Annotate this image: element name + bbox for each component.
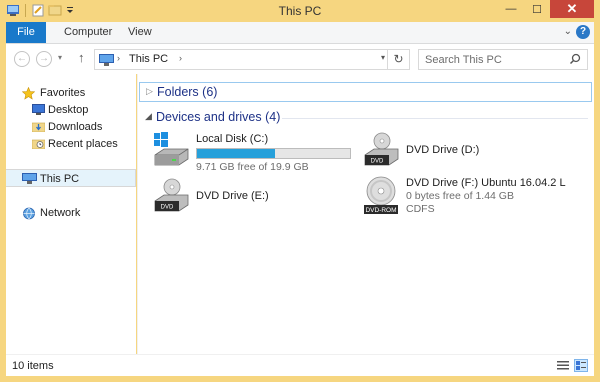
search-icon[interactable] (569, 53, 581, 68)
drive-item-d[interactable]: DVD DVD Drive (D:) (362, 131, 582, 175)
drive-name: Local Disk (C:) (196, 133, 269, 145)
this-pc-icon (22, 173, 37, 187)
close-button[interactable]: ✕ (550, 0, 594, 18)
drive-name: DVD Drive (D:) (406, 144, 480, 156)
svg-text:DVD-ROM: DVD-ROM (365, 207, 396, 214)
title-bar: This PC — ☐ ✕ (0, 0, 600, 22)
forward-button[interactable]: → (36, 51, 52, 67)
drive-name: DVD Drive (E:) (196, 190, 269, 202)
recent-places-icon (31, 138, 46, 152)
recent-locations-icon[interactable]: ▾ (58, 53, 62, 62)
status-bar: 10 items (6, 354, 594, 376)
sidebar-item-desktop[interactable]: Desktop (6, 101, 136, 119)
desktop-icon (32, 104, 45, 118)
tab-file[interactable]: File (6, 22, 46, 43)
svg-text:DVD: DVD (371, 159, 384, 165)
sidebar-item-downloads[interactable]: Downloads (6, 118, 136, 136)
sidebar-item-label: Network (40, 207, 81, 219)
drive-filesystem: CDFS (406, 203, 435, 215)
expand-icon[interactable]: ▷ (146, 86, 153, 97)
minimize-button[interactable]: — (498, 0, 524, 18)
tiles-view-icon[interactable] (574, 359, 588, 372)
drive-item-f[interactable]: DVD-ROM DVD Drive (F:) Ubuntu 16.04.2 L … (362, 175, 590, 219)
group-folders-header[interactable]: ▷ Folders (6) (139, 82, 592, 102)
maximize-button[interactable]: ☐ (524, 0, 550, 18)
sidebar-item-label: Recent places (48, 138, 118, 150)
item-count: 10 items (12, 360, 54, 372)
drive-free-space: 0 bytes free of 1.44 GB (406, 190, 514, 202)
this-pc-icon (99, 54, 114, 69)
explorer-window: This PC — ☐ ✕ File Computer View ⌄ ? ← →… (0, 0, 600, 382)
up-button[interactable]: ↑ (78, 50, 85, 65)
sidebar-item-label: Favorites (40, 87, 86, 99)
details-view-icon[interactable] (556, 359, 570, 372)
svg-text:DVD: DVD (161, 205, 174, 211)
local-disk-icon (152, 131, 190, 169)
navigation-bar: ← → ▾ ↑ › This PC › ▾ ↻ (6, 44, 594, 74)
group-devices-header[interactable]: ◢ Devices and drives (4) (138, 108, 592, 128)
back-button[interactable]: ← (14, 51, 30, 67)
tab-computer[interactable]: Computer (52, 22, 124, 43)
address-history-dropdown[interactable]: ▾ (381, 53, 385, 62)
drive-space-fill (197, 149, 276, 158)
sidebar-item-label: This PC (40, 173, 80, 185)
downloads-folder-icon (31, 121, 46, 135)
search-box[interactable] (418, 49, 588, 70)
address-bar[interactable]: › This PC › ▾ ↻ (94, 49, 410, 70)
sidebar-item-label: Desktop (48, 104, 89, 116)
drive-item-e[interactable]: DVD DVD Drive (E:) (152, 177, 362, 221)
ribbon-tabs: File Computer View ⌄ ? (6, 22, 594, 44)
drive-free-space: 9.71 GB free of 19.9 GB (196, 161, 309, 173)
sidebar-item-recent-places[interactable]: Recent places (6, 135, 136, 153)
dvd-rom-disc-icon: DVD-ROM (362, 175, 400, 214)
help-icon[interactable]: ? (576, 25, 590, 39)
group-title: Devices and drives (4) (156, 110, 281, 124)
group-divider (282, 118, 588, 119)
tab-view[interactable]: View (116, 22, 164, 43)
drive-space-bar (196, 148, 351, 159)
drive-name: DVD Drive (F:) Ubuntu 16.04.2 L (406, 177, 566, 189)
network-icon (22, 207, 36, 223)
breadcrumb-separator[interactable]: › (179, 53, 182, 63)
content-pane: ▷ Folders (6) ◢ Devices and drives (4) L… (138, 74, 594, 354)
sidebar-item-this-pc[interactable]: This PC (6, 169, 136, 187)
drive-item-c[interactable]: Local Disk (C:) 9.71 GB free of 19.9 GB (152, 131, 362, 175)
dvd-drive-icon: DVD (152, 177, 190, 215)
window-controls: — ☐ ✕ (498, 0, 594, 18)
expand-ribbon-icon[interactable]: ⌄ (564, 26, 572, 37)
sidebar-item-network[interactable]: Network (6, 204, 136, 222)
refresh-button[interactable]: ↻ (387, 50, 409, 69)
search-input[interactable] (419, 50, 569, 69)
sidebar-item-favorites[interactable]: Favorites (6, 84, 136, 102)
collapse-icon[interactable]: ◢ (145, 111, 152, 122)
sidebar-item-label: Downloads (48, 121, 103, 133)
navigation-pane: Favorites Desktop Downloads Recent place… (6, 74, 136, 354)
breadcrumb-separator[interactable]: › (117, 53, 120, 63)
group-title: Folders (6) (157, 85, 218, 99)
breadcrumb-this-pc[interactable]: This PC (129, 53, 168, 65)
dvd-drive-icon: DVD (362, 131, 400, 169)
